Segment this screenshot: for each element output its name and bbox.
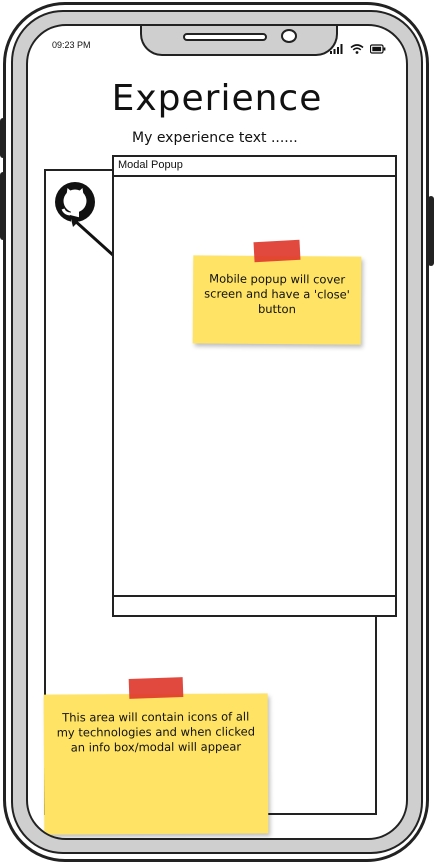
page-subtitle: My experience text ...... <box>132 130 298 146</box>
front-camera <box>281 29 297 43</box>
tape-strip <box>128 677 184 699</box>
modal-footer <box>114 595 395 615</box>
signal-icon <box>330 39 344 58</box>
modal-header: Modal Popup <box>114 157 395 177</box>
sticky-note-icons: This area will contain icons of all my t… <box>43 693 269 835</box>
sticky-note-icons-text: This area will contain icons of all my t… <box>56 709 256 755</box>
modal-popup[interactable]: Modal Popup <box>112 155 397 617</box>
side-button-left-1 <box>0 118 6 158</box>
phone-notch <box>140 26 338 56</box>
wifi-icon <box>350 39 364 58</box>
side-button-right <box>428 196 434 266</box>
status-icons <box>330 39 386 58</box>
page-title: Experience <box>111 78 323 119</box>
battery-icon <box>369 39 386 58</box>
speaker-grille <box>183 33 267 41</box>
status-time: 09:23 PM <box>52 40 91 50</box>
modal-title: Modal Popup <box>118 159 183 171</box>
tape-strip <box>253 239 301 263</box>
side-button-left-2 <box>0 172 6 240</box>
sticky-note-modal: Mobile popup will cover screen and have … <box>192 255 362 345</box>
phone-screen: 09:23 PM Experience My experience text .… <box>26 24 408 840</box>
sticky-note-modal-text: Mobile popup will cover screen and have … <box>204 271 350 317</box>
